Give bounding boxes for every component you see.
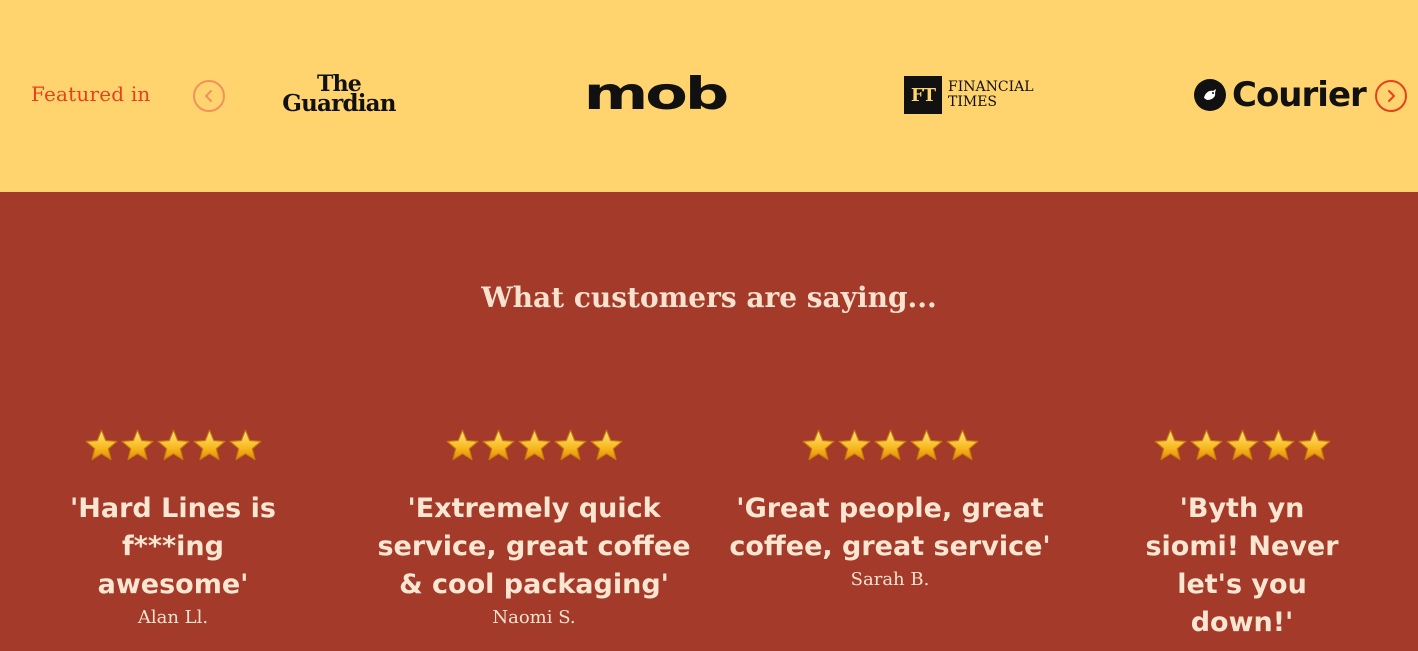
review-author: Sarah B. xyxy=(850,569,930,590)
review-author: Alan Ll. xyxy=(137,607,209,628)
star-icon xyxy=(1298,429,1330,461)
review-card: 'Hard Lines is f***ing awesome' Alan Ll. xyxy=(56,428,290,629)
ft-wordmark-line2: TIMES xyxy=(948,94,998,110)
star-rating xyxy=(1135,428,1349,466)
star-icon xyxy=(193,429,225,461)
courier-wordmark: Courier xyxy=(1232,75,1367,115)
star-icon xyxy=(590,429,622,461)
star-icon xyxy=(482,429,514,461)
star-icon xyxy=(229,429,261,461)
carousel-prev-button[interactable] xyxy=(193,80,225,112)
star-icon xyxy=(1154,429,1186,461)
star-icon xyxy=(838,429,870,461)
star-icon xyxy=(910,429,942,461)
star-icon xyxy=(157,429,189,461)
star-icon xyxy=(802,429,834,461)
star-rating xyxy=(56,428,290,466)
star-icon xyxy=(874,429,906,461)
star-icon xyxy=(1226,429,1258,461)
ft-wordmark-line1: FINANCIAL xyxy=(948,79,1034,95)
mob-logo[interactable]: mob xyxy=(562,71,748,117)
star-icon xyxy=(518,429,550,461)
star-icon xyxy=(446,429,478,461)
star-rating xyxy=(362,428,706,466)
review-card: 'Great people, great coffee, great servi… xyxy=(714,428,1066,591)
review-quote: 'Byth yn siomi! Never let's you down!' xyxy=(1145,493,1339,638)
bird-icon xyxy=(1194,79,1226,111)
guardian-logo[interactable]: The Guardian xyxy=(276,73,402,117)
star-icon xyxy=(121,429,153,461)
star-icon xyxy=(1262,429,1294,461)
featured-in-label: Featured in xyxy=(31,82,151,106)
chevron-right-icon xyxy=(1388,90,1395,102)
ft-mark: FT xyxy=(904,76,942,114)
review-quote: 'Hard Lines is f***ing awesome' xyxy=(70,493,276,600)
star-icon xyxy=(1190,429,1222,461)
star-rating xyxy=(714,428,1066,466)
review-quote: 'Extremely quick service, great coffee &… xyxy=(377,493,691,600)
ft-wordmark: FINANCIAL TIMES xyxy=(948,80,1034,110)
review-author: Naomi S. xyxy=(492,607,576,628)
review-card: 'Extremely quick service, great coffee &… xyxy=(362,428,706,629)
courier-logo[interactable]: Courier xyxy=(1194,75,1367,115)
featured-in-band: Featured in The Guardian mob FT FINANCIA… xyxy=(0,0,1418,192)
financial-times-logo[interactable]: FT FINANCIAL TIMES xyxy=(904,75,1034,115)
reviews-heading: What customers are saying... xyxy=(481,281,937,314)
guardian-logo-line2: Guardian xyxy=(282,90,396,117)
chevron-left-icon xyxy=(205,90,212,102)
review-quote: 'Great people, great coffee, great servi… xyxy=(729,493,1051,562)
star-icon xyxy=(946,429,978,461)
review-card: 'Byth yn siomi! Never let's you down!' xyxy=(1135,428,1349,645)
star-icon xyxy=(85,429,117,461)
star-icon xyxy=(554,429,586,461)
carousel-next-button[interactable] xyxy=(1375,80,1407,112)
